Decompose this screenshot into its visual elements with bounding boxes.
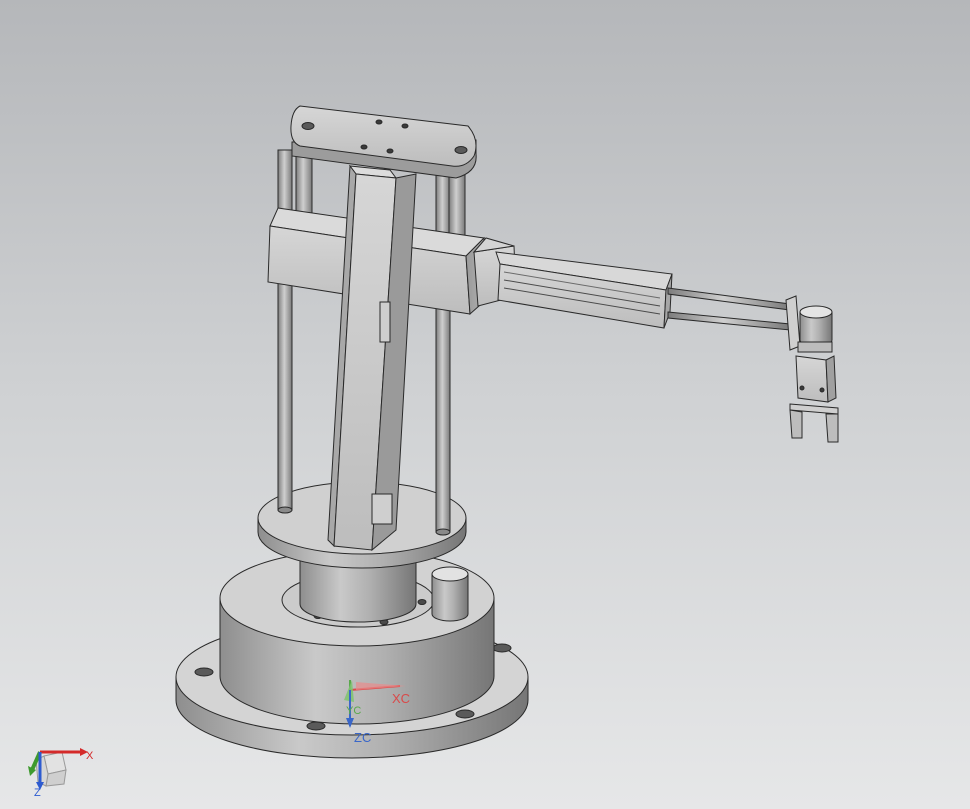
top-plate-screw	[375, 119, 383, 125]
view-triad[interactable]: X Z	[28, 748, 94, 799]
wcs-y-label: YC	[346, 705, 361, 717]
actuator-rods[interactable]	[667, 287, 791, 331]
gripper-body[interactable]	[795, 355, 837, 403]
top-plate-screw	[401, 123, 409, 129]
top-plate-screw	[386, 148, 394, 154]
guide-rod-left[interactable]	[277, 149, 293, 514]
base-bolt-hole	[455, 709, 475, 719]
robot-arm-model[interactable]: XC YC ZC X Z	[0, 0, 970, 809]
column-bracket	[379, 301, 391, 343]
top-plate-hole	[454, 146, 468, 154]
gripper-screw	[799, 385, 805, 391]
top-plate[interactable]	[290, 105, 477, 179]
top-plate-hole	[301, 122, 315, 130]
rotation-shaft[interactable]	[299, 559, 417, 623]
column-bracket	[371, 493, 393, 525]
wrist-servo[interactable]	[797, 305, 833, 353]
base-bolt-hole	[492, 643, 512, 653]
gripper-fingers[interactable]	[789, 403, 839, 443]
gripper-screw	[819, 387, 825, 393]
view-x-label: X	[86, 750, 94, 762]
top-plate-screw	[360, 144, 368, 150]
guide-rod-right[interactable]	[435, 169, 451, 536]
view-z-label: Z	[34, 787, 41, 799]
wcs-z-label: ZC	[354, 730, 371, 745]
wcs-x-label: XC	[392, 691, 410, 706]
base-bolt-hole	[306, 721, 326, 731]
drive-motor[interactable]	[431, 566, 469, 622]
base-bolt-hole	[194, 667, 214, 677]
linear-actuator-body[interactable]	[495, 251, 673, 329]
housing-screw	[417, 599, 427, 605]
graphics-viewport[interactable]: XC YC ZC X Z	[0, 0, 970, 809]
